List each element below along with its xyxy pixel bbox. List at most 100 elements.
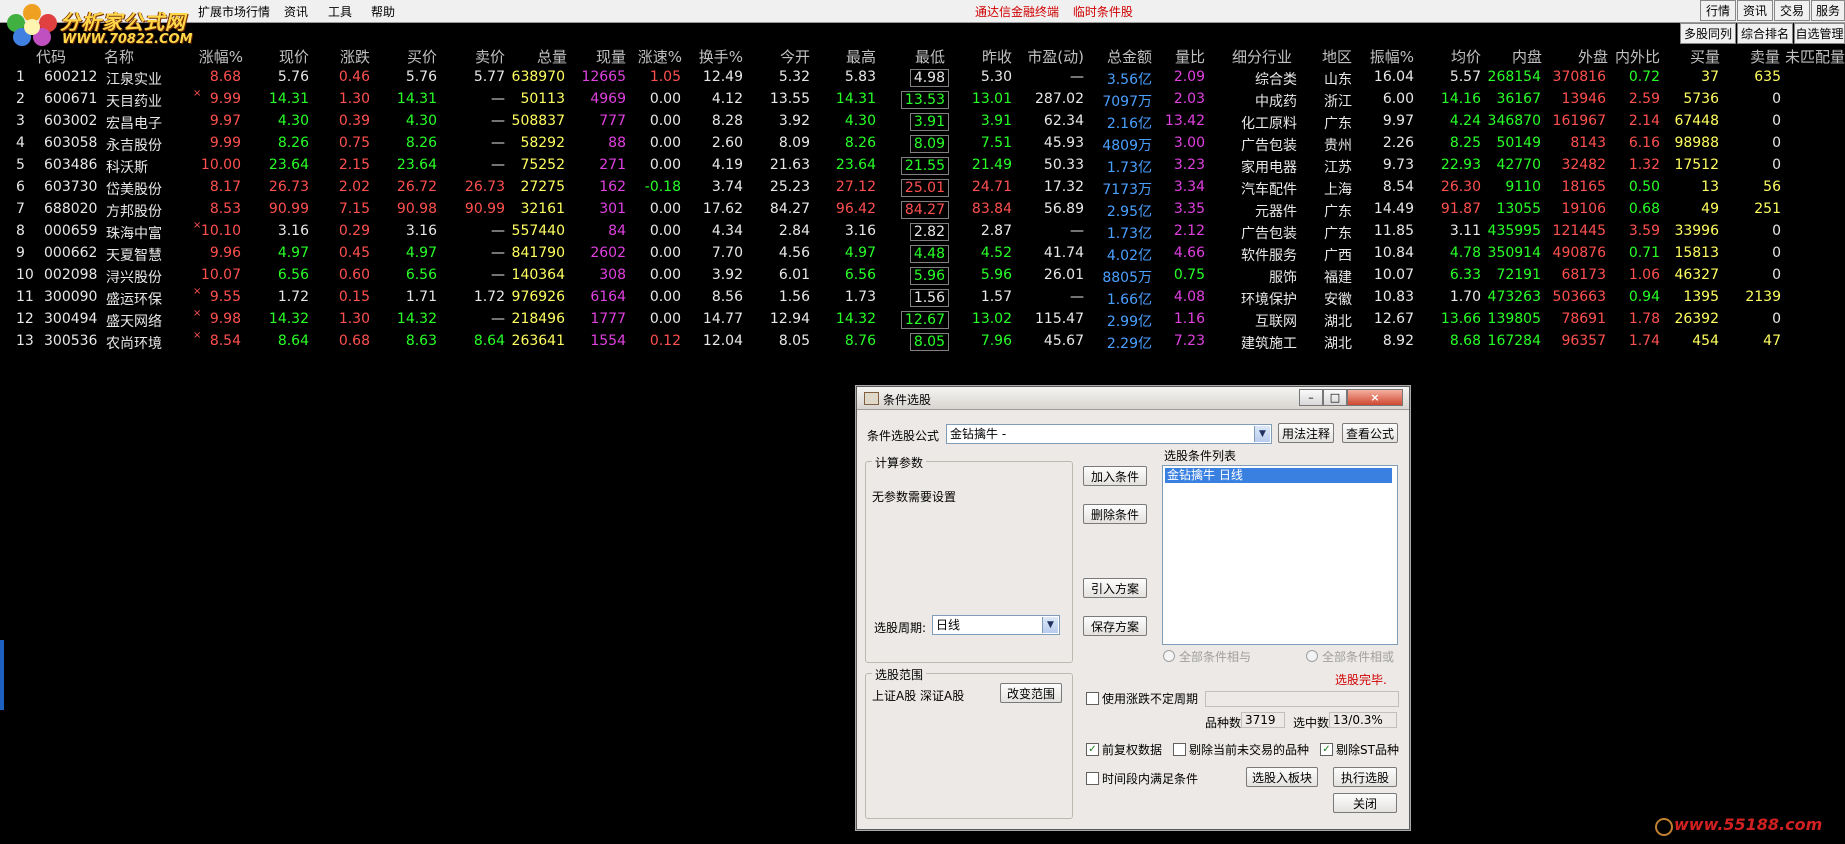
menu-help[interactable]: 帮助 xyxy=(371,3,395,20)
cell-low: 2.82 xyxy=(909,223,949,241)
table-row[interactable]: 13 × 300536 农尚环境 8.54 8.64 0.68 8.63 8.64 263641 1… xyxy=(0,330,1845,352)
table-row[interactable]: 12 × 300494 盛天网络 9.98 14.32 1.30 14.32 — 218496 17… xyxy=(0,308,1845,330)
table-row[interactable]: 7 688020 方邦股份 8.53 90.99 7.15 90.98 90.99 32161 3… xyxy=(0,198,1845,220)
maximize-icon[interactable]: □ xyxy=(1323,389,1347,406)
col-header-bid[interactable]: 买价 xyxy=(407,46,437,67)
menu-info[interactable]: 资讯 xyxy=(284,3,308,20)
to-block-button[interactable]: 选股入板块 xyxy=(1246,767,1318,787)
col-header-speed[interactable]: 涨速% xyxy=(638,46,682,67)
col-header-outer[interactable]: 外盘 xyxy=(1578,46,1608,67)
col-header-pe[interactable]: 市盈(动) xyxy=(1027,46,1084,67)
btn-multi-stock[interactable]: 多股同列 xyxy=(1680,23,1736,44)
col-header-inner[interactable]: 内盘 xyxy=(1512,46,1542,67)
close-icon[interactable]: × xyxy=(1347,389,1403,406)
cell-name: 盛运环保 xyxy=(106,292,162,308)
cell-turnover: 4.34 xyxy=(711,223,743,239)
table-row[interactable]: 6 603730 岱美股份 8.17 26.73 2.02 26.72 26.73 27275 1… xyxy=(0,176,1845,198)
cell-ask: — xyxy=(491,311,505,327)
col-header-bid-vol[interactable]: 买量 xyxy=(1690,46,1720,67)
col-header-ask-vol[interactable]: 卖量 xyxy=(1750,46,1780,67)
col-header-vol-ratio[interactable]: 量比 xyxy=(1175,46,1205,67)
condition-list-item[interactable]: 金钻擒牛 日线 xyxy=(1165,468,1392,483)
save-scheme-button[interactable]: 保存方案 xyxy=(1083,616,1147,636)
usage-note-button[interactable]: 用法注释 xyxy=(1278,423,1334,443)
condition-list[interactable]: 金钻擒牛 日线 xyxy=(1162,465,1398,645)
period-select[interactable]: 日线 ▼ xyxy=(932,615,1060,635)
table-row[interactable]: 11 × 300090 盛运环保 9.55 1.72 0.15 1.71 1.72 976926 6… xyxy=(0,286,1845,308)
col-header-avg-price[interactable]: 均价 xyxy=(1451,46,1481,67)
table-row[interactable]: 3 603002 宏昌电子 9.97 4.30 0.39 4.30 — 508837 777 0.0… xyxy=(0,110,1845,132)
btn-rank[interactable]: 综合排名 xyxy=(1737,23,1793,44)
cell-pe: 62.34 xyxy=(1043,113,1084,129)
col-header-unmatched[interactable]: 未匹配量 xyxy=(1785,46,1845,67)
view-formula-button[interactable]: 查看公式 xyxy=(1342,423,1398,443)
cell-bid-vol: 98988 xyxy=(1674,135,1719,151)
formula-select[interactable]: 金钻擒牛 - ▼ xyxy=(946,424,1272,444)
table-row[interactable]: 10 002098 浔兴股份 10.07 6.56 0.60 6.56 — 140364 308 0… xyxy=(0,264,1845,286)
table-row[interactable]: 2 × 600671 天目药业 9.99 14.31 1.30 14.31 — 50113 4969… xyxy=(0,88,1845,110)
col-header-volume[interactable]: 总量 xyxy=(537,46,567,67)
cell-speed: -0.18 xyxy=(644,179,681,195)
col-header-cur-volume[interactable]: 现量 xyxy=(596,46,626,67)
col-header-industry[interactable]: 细分行业 xyxy=(1232,46,1292,67)
btn-service[interactable]: 服务 xyxy=(1811,0,1845,21)
change-range-button[interactable]: 改变范围 xyxy=(1000,683,1062,703)
cell-amount: 3.56亿 xyxy=(1106,72,1152,88)
cell-amount: 1.73亿 xyxy=(1106,160,1152,176)
col-header-io-ratio[interactable]: 内外比 xyxy=(1615,46,1660,67)
col-header-open[interactable]: 今开 xyxy=(780,46,810,67)
period-satisfy-checkbox[interactable] xyxy=(1086,772,1099,785)
chevron-down-icon[interactable]: ▼ xyxy=(1042,617,1058,633)
menu-tools[interactable]: 工具 xyxy=(328,3,352,20)
cell-price: 8.26 xyxy=(277,135,309,151)
col-header-turnover[interactable]: 换手% xyxy=(699,46,743,67)
link-tdx-terminal[interactable]: 通达信金融终端 xyxy=(975,5,1059,19)
cell-change: 0.39 xyxy=(338,113,370,129)
close-button[interactable]: 关闭 xyxy=(1333,793,1397,813)
use-updown-checkbox[interactable] xyxy=(1086,692,1099,705)
col-header-high[interactable]: 最高 xyxy=(846,46,876,67)
link-temp-condition[interactable]: 临时条件股 xyxy=(1073,5,1133,19)
col-header-change[interactable]: 涨跌 xyxy=(340,46,370,67)
col-header-name[interactable]: 名称 xyxy=(104,46,134,67)
btn-quotes[interactable]: 行情 xyxy=(1700,0,1736,21)
menu-ext-market[interactable]: 扩展市场行情 xyxy=(198,3,270,20)
col-header-code[interactable]: 代码 xyxy=(36,46,66,67)
col-header-low[interactable]: 最低 xyxy=(915,46,945,67)
prefq-checkbox[interactable]: ✓ xyxy=(1086,743,1099,756)
col-header-ask[interactable]: 卖价 xyxy=(475,46,505,67)
run-select-button[interactable]: 执行选股 xyxy=(1333,767,1397,787)
col-header-price[interactable]: 现价 xyxy=(279,46,309,67)
table-row[interactable]: 8 × 000659 珠海中富 10.10 3.16 0.29 3.16—557440 84 0.… xyxy=(0,220,1845,242)
table-row[interactable]: 5 603486 科沃斯 10.00 23.64 2.15 23.64 — 75252 271 0.… xyxy=(0,154,1845,176)
radio-all-and[interactable] xyxy=(1163,650,1175,662)
col-header-change-pct[interactable]: 涨幅% xyxy=(199,46,243,67)
cell-ask-vol: 0 xyxy=(1772,135,1781,151)
delete-condition-button[interactable]: 删除条件 xyxy=(1083,504,1147,524)
table-row[interactable]: 9 000662 天夏智慧 9.96 4.97 0.45 4.97 — 841790 2602 0.… xyxy=(0,242,1845,264)
cell-inner: 139805 xyxy=(1487,311,1541,327)
import-scheme-button[interactable]: 引入方案 xyxy=(1083,578,1147,598)
cell-amplitude: 11.85 xyxy=(1373,223,1414,239)
period-label: 选股周期: xyxy=(874,621,927,635)
col-header-region[interactable]: 地区 xyxy=(1322,46,1352,67)
add-condition-button[interactable]: 加入条件 xyxy=(1083,466,1147,486)
radio-all-or[interactable] xyxy=(1306,650,1318,662)
table-row[interactable]: 4 603058 永吉股份 9.99 8.26 0.75 8.26 — 58292 88 0.00 2… xyxy=(0,132,1845,154)
chevron-down-icon[interactable]: ▼ xyxy=(1254,426,1270,442)
cell-change-pct: 10.00 xyxy=(200,157,241,173)
cell-industry: 广告包装 xyxy=(1241,226,1297,242)
btn-trade[interactable]: 交易 xyxy=(1774,0,1810,21)
table-row[interactable]: 1 600212 江泉实业 8.68 5.76 0.46 5.76 5.77 638970 126… xyxy=(0,66,1845,88)
btn-news[interactable]: 资讯 xyxy=(1737,0,1773,21)
cell-io-ratio: 0.50 xyxy=(1628,179,1660,195)
exclude-st-checkbox[interactable]: ✓ xyxy=(1320,743,1333,756)
dialog-titlebar[interactable]: 条件选股 – □ × xyxy=(857,387,1409,410)
col-header-amplitude[interactable]: 振幅% xyxy=(1370,46,1414,67)
col-header-prev-close[interactable]: 昨收 xyxy=(982,46,1012,67)
cell-pe: 17.32 xyxy=(1043,179,1084,195)
exclude-notrade-checkbox[interactable] xyxy=(1173,743,1186,756)
btn-watchlist[interactable]: 自选管理 xyxy=(1794,23,1845,44)
minimize-icon[interactable]: – xyxy=(1299,389,1323,406)
col-header-amount[interactable]: 总金额 xyxy=(1107,46,1152,67)
